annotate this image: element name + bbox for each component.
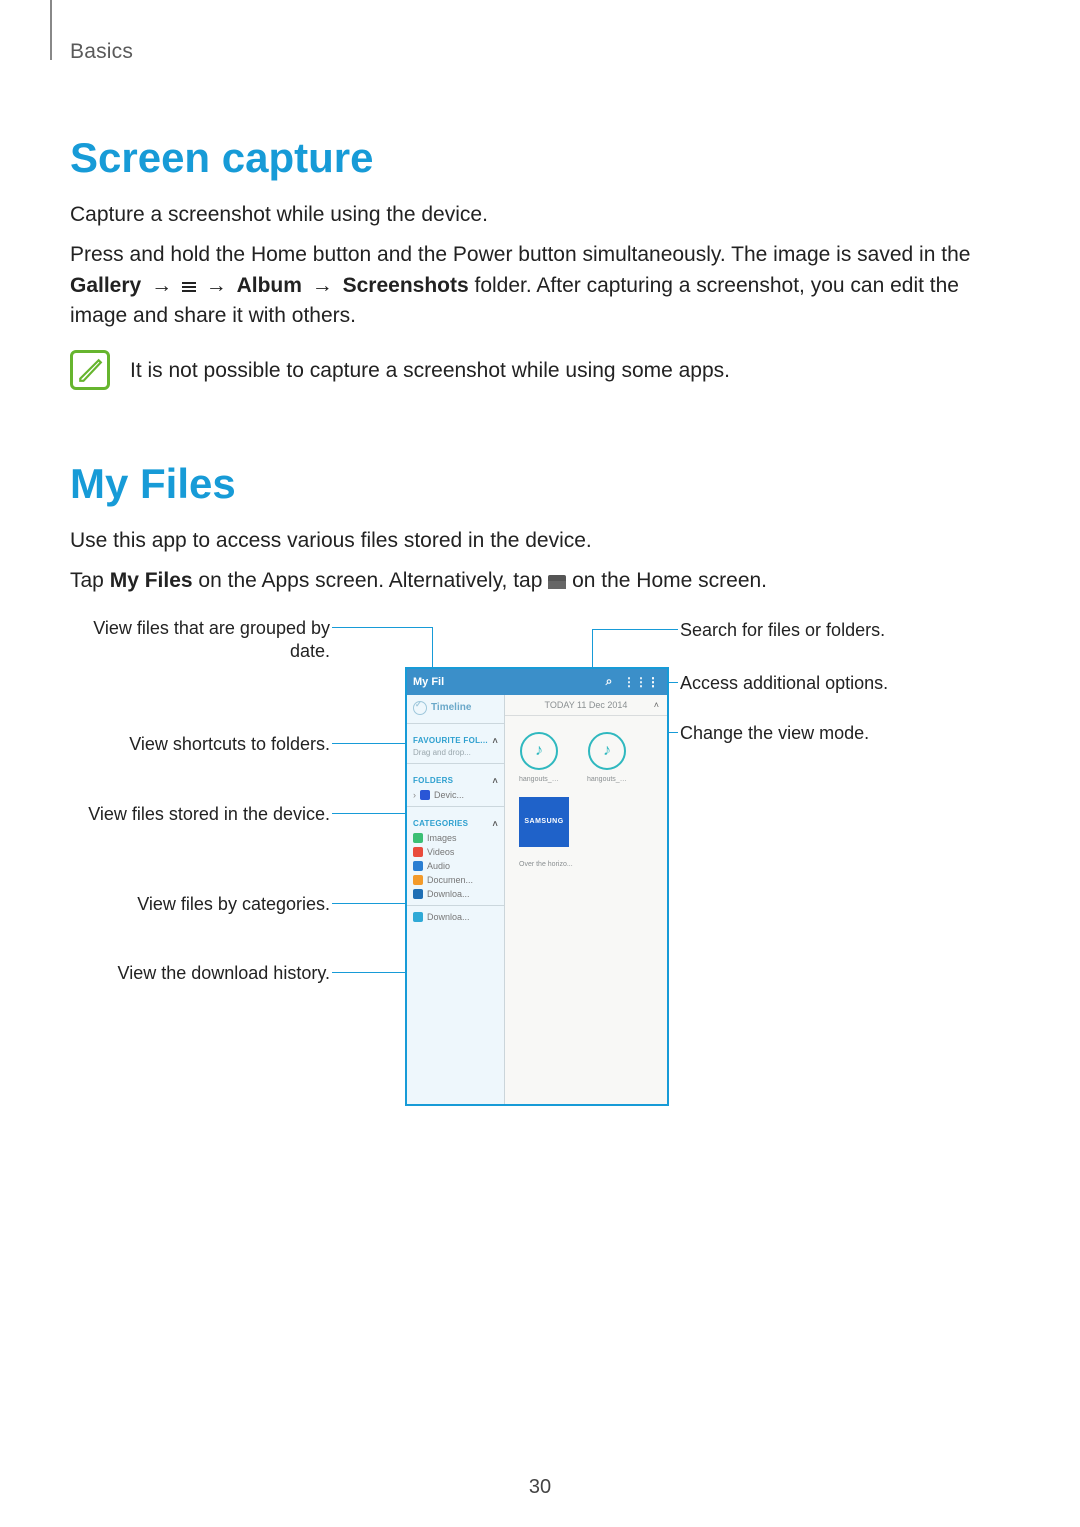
heading-my-files: My Files (70, 460, 1010, 508)
cat-videos[interactable]: Videos (407, 845, 504, 859)
callout-options: Access additional options. (680, 672, 888, 695)
chevron-up-icon: ˄ (492, 776, 498, 786)
sc-p2-a: Press and hold the Home button and the P… (70, 243, 970, 266)
timeline-label: Timeline (431, 702, 471, 713)
note-text: It is not possible to capture a screensh… (130, 350, 730, 386)
music-icon: ♪ (520, 732, 558, 770)
mf-p2-c: on the Home screen. (566, 569, 767, 592)
sc-album: Album (237, 274, 302, 297)
cat-download-1[interactable]: Downloa... (407, 887, 504, 901)
sc-screenshots: Screenshots (343, 274, 469, 297)
leader-line (332, 743, 405, 744)
callout-categories: View files by categories. (137, 893, 330, 916)
mf-paragraph-2: Tap My Files on the Apps screen. Alterna… (70, 566, 1010, 596)
app-title: My Fil (413, 676, 595, 688)
sc-gallery: Gallery (70, 274, 141, 297)
margin-rule (50, 0, 52, 60)
caption-under: Over the horizo... (505, 851, 667, 868)
samsung-thumb[interactable]: SAMSUNG (519, 797, 569, 847)
arrow-icon: → (147, 271, 176, 301)
device-item[interactable]: ›Devic... (407, 788, 504, 802)
callout-download: View the download history. (118, 962, 330, 985)
chevron-up-icon: ˄ (492, 736, 498, 746)
grid-icon[interactable]: ⋮⋮⋮ (623, 675, 639, 689)
music-icon: ♪ (588, 732, 626, 770)
clock-icon (413, 701, 427, 715)
sc-paragraph-1: Capture a screenshot while using the dev… (70, 200, 1010, 230)
app-sidebar: Timeline FAVOURITE FOL...˄ Drag and drop… (407, 695, 505, 1104)
folder-icon (548, 575, 566, 589)
leader-line (332, 903, 405, 904)
date-bar[interactable]: TODAY 11 Dec 2014 ˄ (505, 695, 667, 716)
app-content: TODAY 11 Dec 2014 ˄ ♪ hangouts_inco... ♪… (505, 695, 667, 1104)
cat-documents[interactable]: Documen... (407, 873, 504, 887)
heading-screen-capture: Screen capture (70, 134, 1010, 182)
callout-shortcuts: View shortcuts to folders. (129, 733, 330, 756)
mf-app-name: My Files (110, 569, 193, 592)
more-icon[interactable]: ⋮ (645, 675, 661, 689)
sidebar-timeline[interactable]: Timeline (413, 701, 498, 715)
mf-p2-b: on the Apps screen. Alternatively, tap (193, 569, 549, 592)
cat-images[interactable]: Images (407, 831, 504, 845)
menu-icon (182, 280, 196, 294)
leader-line (332, 813, 405, 814)
diagram: View files that are grouped by date. Vie… (70, 617, 1010, 1137)
leader-line (592, 629, 678, 630)
callout-stored: View files stored in the device. (88, 803, 330, 826)
fav-heading[interactable]: FAVOURITE FOL...˄ (407, 728, 504, 748)
section-header: Basics (70, 40, 1010, 64)
arrow-icon: → (202, 271, 231, 301)
callout-timeline: View files that are grouped by date. (70, 617, 330, 664)
chevron-up-icon: ˄ (654, 700, 659, 710)
leader-line (332, 627, 432, 628)
page-number: 30 (0, 1476, 1080, 1499)
cat-audio[interactable]: Audio (407, 859, 504, 873)
callout-viewmode: Change the view mode. (680, 722, 869, 745)
categories-heading[interactable]: CATEGORIES˄ (407, 811, 504, 831)
sc-paragraph-2: Press and hold the Home button and the P… (70, 240, 1010, 331)
arrow-icon: → (308, 271, 337, 301)
mf-p2-a: Tap (70, 569, 110, 592)
file-thumb-2[interactable]: ♪ hangouts_mes... (587, 732, 627, 783)
mf-paragraph-1: Use this app to access various files sto… (70, 526, 1010, 556)
leader-line (332, 972, 405, 973)
folders-heading[interactable]: FOLDERS˄ (407, 768, 504, 788)
chevron-up-icon: ˄ (492, 819, 498, 829)
app-header: My Fil ⌕ ⋮⋮⋮ ⋮ (407, 669, 667, 695)
fav-sub: Drag and drop... (407, 748, 504, 759)
note-icon (70, 350, 110, 390)
search-icon[interactable]: ⌕ (601, 674, 617, 689)
note-row: It is not possible to capture a screensh… (70, 350, 1010, 390)
app-screenshot: My Fil ⌕ ⋮⋮⋮ ⋮ Timeline FAVOURITE FOL...… (405, 667, 669, 1106)
file-thumb-1[interactable]: ♪ hangouts_inco... (519, 732, 559, 783)
callout-search: Search for files or folders. (680, 619, 885, 642)
cat-download-2[interactable]: Downloa... (407, 910, 504, 924)
